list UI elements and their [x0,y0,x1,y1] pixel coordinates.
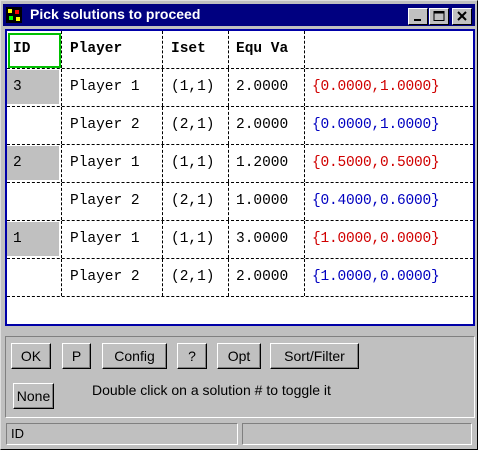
solution-id-cell[interactable]: 3 [7,69,62,106]
none-button[interactable]: None [13,383,54,409]
minimize-icon [414,19,421,21]
equ-value-cell: 2.0000 [229,69,305,106]
hint-text: Double click on a solution # to toggle i… [92,382,331,398]
dialog-window: Pick solutions to proceed ID Player Iset… [0,0,478,450]
opt-button[interactable]: Opt [217,343,261,369]
solutions-grid: ID Player Iset Equ Va 3 Player 1 (1,1) 2… [5,29,475,326]
solution-id-cell[interactable] [7,183,62,220]
equ-value-cell: 2.0000 [229,107,305,144]
iset-cell: (2,1) [163,107,229,144]
solution-id-cell[interactable]: 2 [7,145,62,182]
equ-value-cell: 1.0000 [229,183,305,220]
maximize-icon [433,11,445,21]
table-row[interactable]: 2 Player 1 (1,1) 1.2000 {0.5000,0.5000} [7,145,473,183]
player-cell: Player 1 [62,221,163,258]
profile-cell: {1.0000,0.0000} [312,231,440,247]
config-button[interactable]: Config [102,343,167,369]
player-cell: Player 2 [62,259,163,296]
equ-value-cell: 3.0000 [229,221,305,258]
app-icon [6,7,22,23]
column-header-player[interactable]: Player [62,31,163,68]
p-button[interactable]: P [62,343,91,369]
profile-cell: {0.0000,1.0000} [312,117,440,133]
equ-value-cell: 1.2000 [229,145,305,182]
column-header-equ-value[interactable]: Equ Va [229,31,305,68]
profile-cell: {0.0000,1.0000} [312,79,440,95]
iset-cell: (1,1) [163,145,229,182]
player-cell: Player 1 [62,145,163,182]
column-header-iset[interactable]: Iset [163,31,229,68]
header-row: ID Player Iset Equ Va [7,31,473,69]
equ-value-cell: 2.0000 [229,259,305,296]
help-button[interactable]: ? [177,343,207,369]
player-cell: Player 2 [62,183,163,220]
close-icon [457,11,467,21]
profile-cell: {0.5000,0.5000} [312,155,440,171]
solution-id-cell[interactable]: 1 [7,221,62,258]
window-title: Pick solutions to proceed [30,6,201,22]
title-bar[interactable]: Pick solutions to proceed [3,4,475,26]
ok-button[interactable]: OK [11,343,51,369]
table-row[interactable]: Player 2 (2,1) 1.0000 {0.4000,0.6000} [7,183,473,221]
iset-cell: (2,1) [163,259,229,296]
column-header-profile[interactable] [305,31,473,68]
solution-id-cell[interactable] [7,259,62,296]
sort-filter-button[interactable]: Sort/Filter [270,343,359,369]
close-button[interactable] [452,8,472,25]
status-field-right [242,423,472,445]
column-header-id[interactable]: ID [7,31,62,68]
player-cell: Player 1 [62,69,163,106]
solution-id-cell[interactable] [7,107,62,144]
minimize-button[interactable] [408,8,428,25]
iset-cell: (1,1) [163,221,229,258]
button-panel: OK P Config ? Opt Sort/Filter None Doubl… [5,336,475,418]
table-row[interactable]: 1 Player 1 (1,1) 3.0000 {1.0000,0.0000} [7,221,473,259]
table-row[interactable]: Player 2 (2,1) 2.0000 {1.0000,0.0000} [7,259,473,297]
profile-cell: {1.0000,0.0000} [312,269,440,285]
maximize-button[interactable] [429,8,449,25]
iset-cell: (1,1) [163,69,229,106]
status-field-left: ID [6,423,238,445]
table-row[interactable]: Player 2 (2,1) 2.0000 {0.0000,1.0000} [7,107,473,145]
table-row[interactable]: 3 Player 1 (1,1) 2.0000 {0.0000,1.0000} [7,69,473,107]
profile-cell: {0.4000,0.6000} [312,193,440,209]
iset-cell: (2,1) [163,183,229,220]
player-cell: Player 2 [62,107,163,144]
